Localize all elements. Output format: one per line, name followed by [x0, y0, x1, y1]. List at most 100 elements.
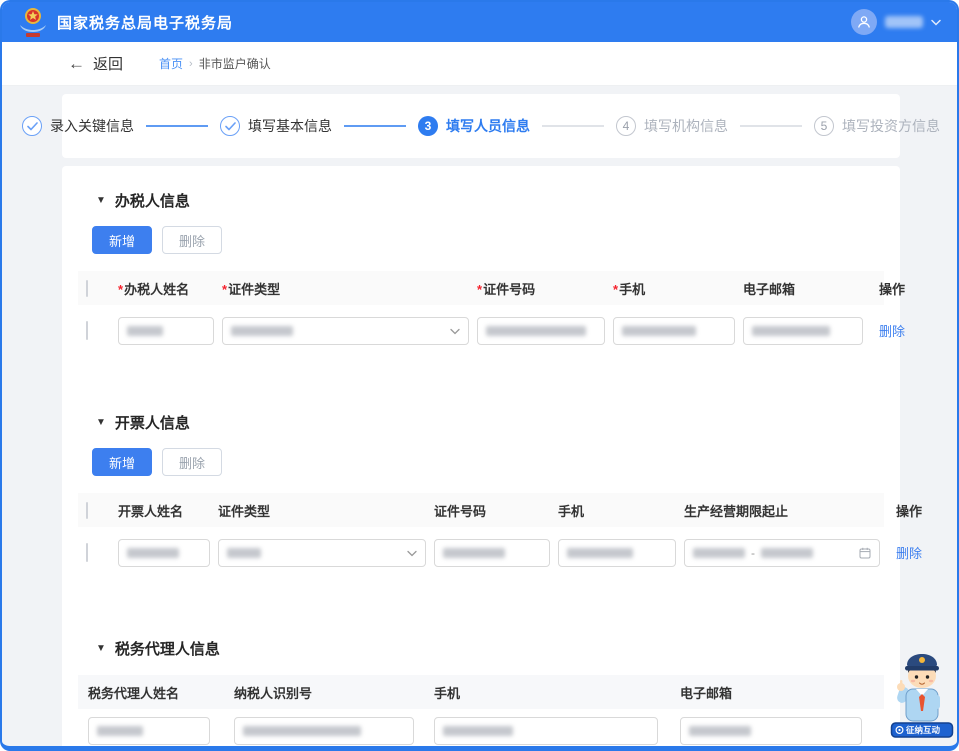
- collapse-icon: ▼: [96, 643, 106, 654]
- col-phone: 手机: [619, 282, 645, 297]
- col-email: 电子邮箱: [743, 282, 795, 297]
- step-2-label: 填写基本信息: [248, 116, 332, 136]
- back-arrow-icon: ←: [68, 54, 85, 74]
- calendar-icon: [859, 547, 871, 559]
- user-avatar[interactable]: [851, 9, 877, 35]
- name-input[interactable]: [118, 317, 214, 345]
- step-2-check-icon: [220, 116, 240, 136]
- step-4-label: 填写机构信息: [644, 116, 728, 136]
- step-5-number: 5: [814, 116, 834, 136]
- col-name: 办税人姓名: [124, 282, 189, 297]
- collapse-icon: ▼: [96, 417, 106, 428]
- col-agent-name: 税务代理人姓名: [88, 683, 226, 702]
- row-checkbox[interactable]: [86, 321, 88, 340]
- agent-email-input[interactable]: [680, 717, 862, 745]
- invoicer-add-button[interactable]: 新增: [92, 448, 152, 476]
- step-3-active: 3 填写人员信息: [418, 116, 530, 136]
- redacted-end-date: [761, 548, 813, 558]
- back-label: 返回: [93, 53, 123, 74]
- section-invoicer-header[interactable]: ▼ 开票人信息: [96, 412, 884, 433]
- redacted-value: [231, 326, 293, 336]
- row-checkbox[interactable]: [86, 543, 88, 562]
- stepper: 录入关键信息 填写基本信息 3 填写人员信息 4 填写机构信息: [22, 116, 940, 136]
- row-delete-link[interactable]: 删除: [896, 546, 922, 561]
- required-marker: *: [613, 282, 618, 297]
- col-phone: 手机: [434, 683, 672, 702]
- chevron-down-icon: [450, 328, 460, 335]
- required-marker: *: [477, 282, 482, 297]
- id-number-input[interactable]: [477, 317, 605, 345]
- step-1: 录入关键信息: [22, 116, 134, 136]
- operation-period-daterange[interactable]: -: [684, 539, 880, 567]
- select-all-checkbox[interactable]: [86, 280, 88, 297]
- section-agent-title: 税务代理人信息: [115, 638, 220, 659]
- step-1-check-icon: [22, 116, 42, 136]
- tax-handler-delete-button[interactable]: 删除: [162, 226, 222, 254]
- col-action: 操作: [871, 279, 905, 298]
- step-4: 4 填写机构信息: [616, 116, 728, 136]
- redacted-value: [486, 326, 586, 336]
- chevron-down-icon[interactable]: [931, 19, 941, 26]
- breadcrumb-current: 非市监户确认: [199, 55, 271, 72]
- app-title: 国家税务总局电子税务局: [57, 12, 233, 33]
- step-5: 5 填写投资方信息: [814, 116, 940, 136]
- redacted-value: [622, 326, 696, 336]
- username-redacted: [885, 16, 923, 28]
- redacted-value: [689, 726, 751, 736]
- agent-phone-input[interactable]: [434, 717, 658, 745]
- col-name: 开票人姓名: [118, 501, 210, 520]
- step-4-number: 4: [616, 116, 636, 136]
- name-input[interactable]: [118, 539, 210, 567]
- id-type-select[interactable]: [222, 317, 469, 345]
- back-button[interactable]: ← 返回: [68, 53, 123, 74]
- phone-input[interactable]: [613, 317, 735, 345]
- tax-handler-add-button[interactable]: 新增: [92, 226, 152, 254]
- agent-row: [78, 717, 884, 745]
- redacted-value: [127, 326, 163, 336]
- phone-input[interactable]: [558, 539, 676, 567]
- redacted-start-date: [693, 548, 745, 558]
- email-input[interactable]: [743, 317, 863, 345]
- col-id-number: 证件号码: [483, 282, 535, 297]
- breadcrumb-separator: ›: [189, 58, 193, 70]
- mascot-banner-label: 征纳互动: [906, 725, 941, 735]
- section-tax-handler-header[interactable]: ▼ 办税人信息: [96, 190, 884, 211]
- col-id-type: 证件类型: [218, 501, 426, 520]
- date-separator: -: [751, 546, 755, 560]
- step-connector: [542, 125, 604, 127]
- stepper-card: 录入关键信息 填写基本信息 3 填写人员信息 4 填写机构信息: [62, 94, 900, 158]
- taxpayer-id-input[interactable]: [234, 717, 414, 745]
- agent-table-header: 税务代理人姓名 纳税人识别号 手机 电子邮箱: [78, 675, 884, 709]
- redacted-value: [97, 726, 143, 736]
- invoicer-delete-button[interactable]: 删除: [162, 448, 222, 476]
- agent-name-input[interactable]: [88, 717, 210, 745]
- app-window: 国家税务总局电子税务局 ← 返回 首页 › 非市监户确认: [0, 0, 959, 751]
- id-number-input[interactable]: [434, 539, 550, 567]
- redacted-value: [443, 548, 505, 558]
- row-delete-link[interactable]: 删除: [879, 324, 905, 339]
- tax-handler-row: 删除: [78, 312, 884, 350]
- select-all-checkbox[interactable]: [86, 502, 88, 519]
- col-period: 生产经营期限起止: [684, 501, 880, 520]
- id-type-select[interactable]: [218, 539, 426, 567]
- col-taxpayer-id: 纳税人识别号: [234, 683, 426, 702]
- redacted-value: [127, 548, 179, 558]
- tax-assistant-mascot[interactable]: 征纳互动: [890, 647, 954, 739]
- tax-handler-table-header: *办税人姓名 *证件类型 *证件号码 *手机 电子邮箱 操作: [78, 271, 884, 305]
- section-tax-handler-title: 办税人信息: [115, 190, 190, 211]
- sub-header: ← 返回 首页 › 非市监户确认: [2, 42, 957, 86]
- redacted-value: [227, 548, 261, 558]
- chevron-down-icon: [407, 550, 417, 557]
- redacted-value: [567, 548, 633, 558]
- section-agent-header[interactable]: ▼ 税务代理人信息: [96, 638, 884, 659]
- redacted-value: [243, 726, 361, 736]
- col-id-type: 证件类型: [228, 282, 280, 297]
- redacted-value: [443, 726, 513, 736]
- breadcrumb-home[interactable]: 首页: [159, 55, 183, 72]
- col-phone: 手机: [558, 501, 676, 520]
- step-1-label: 录入关键信息: [50, 116, 134, 136]
- col-id-number: 证件号码: [434, 501, 550, 520]
- collapse-icon: ▼: [96, 195, 106, 206]
- section-invoicer-title: 开票人信息: [115, 412, 190, 433]
- step-2: 填写基本信息: [220, 116, 332, 136]
